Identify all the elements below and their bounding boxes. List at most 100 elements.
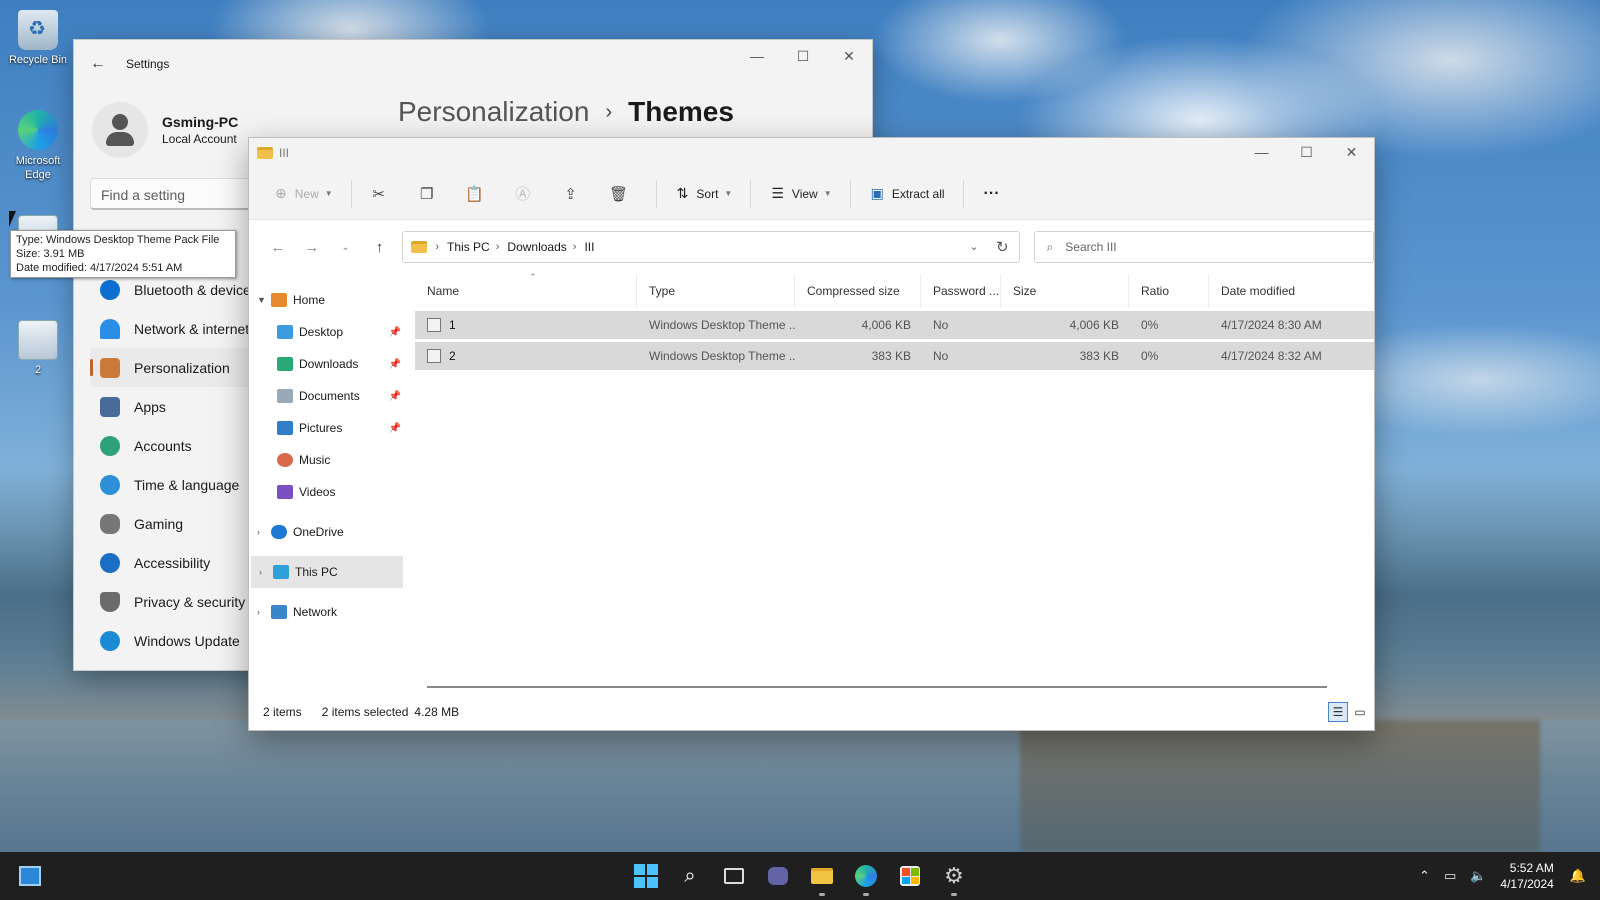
tree-item-label: Pictures	[299, 421, 343, 435]
clock[interactable]: 5:52 AM 4/17/2024	[1500, 860, 1553, 892]
chevron-right-icon[interactable]: ›	[257, 527, 271, 537]
close-icon[interactable]: ✕	[1329, 138, 1374, 166]
nav-item-windows-update[interactable]: Windows Update	[90, 621, 270, 660]
music-folder-icon	[277, 453, 293, 467]
sort-button[interactable]: ⇅ Sort ▼	[669, 178, 741, 210]
tree-item-pictures[interactable]: Pictures 📌	[249, 412, 407, 444]
more-icon: ···	[983, 184, 1000, 202]
address-dropdown-icon[interactable]: ⌄	[969, 240, 978, 253]
desktop-icon-edge[interactable]: Microsoft Edge	[4, 110, 72, 182]
new-button[interactable]: ⊕ New ▼	[267, 178, 341, 210]
column-type[interactable]: Type	[637, 274, 795, 308]
address-bar[interactable]: › This PC › Downloads › III ⌄ ↻	[402, 231, 1020, 263]
window-title: III	[279, 146, 290, 160]
tree-item-onedrive[interactable]: › OneDrive	[249, 516, 407, 548]
tree-item-music[interactable]: Music	[249, 444, 407, 476]
column-ratio[interactable]: Ratio	[1129, 274, 1209, 308]
wallpaper-rock	[1020, 720, 1540, 852]
explorer-body: ▼ Home Desktop 📌 Downloads 📌 Documents 📌	[249, 272, 1374, 696]
tree-item-this-pc[interactable]: › This PC	[251, 556, 403, 588]
column-password[interactable]: Password ...	[921, 274, 1001, 308]
view-label: View	[791, 186, 818, 201]
tree-item-home[interactable]: ▼ Home	[249, 284, 407, 316]
nav-item-accessibility[interactable]: Accessibility	[90, 543, 270, 582]
nav-item-accounts[interactable]: Accounts	[90, 426, 270, 465]
delete-icon[interactable]: 🗑	[604, 178, 634, 210]
recent-locations-chevron-icon[interactable]: ⌄	[329, 242, 363, 253]
tree-item-videos[interactable]: Videos	[249, 476, 407, 508]
pin-icon: 📌	[388, 390, 401, 402]
more-options-button[interactable]: ···	[976, 178, 1008, 210]
teams-chat-icon[interactable]	[762, 860, 794, 892]
nav-item-time-language[interactable]: Time & language	[90, 465, 270, 504]
show-hidden-icons-chevron-icon[interactable]: ⌃	[1419, 868, 1430, 884]
desktop-icon-recycle-bin[interactable]: Recycle Bin	[4, 10, 72, 66]
desktop-icon-label: 2	[34, 364, 42, 376]
chevron-down-icon: ▼	[823, 189, 832, 198]
back-arrow-icon[interactable]: ←	[261, 239, 295, 256]
chevron-down-icon[interactable]: ▼	[257, 295, 271, 305]
file-name-cell: 1	[415, 318, 637, 332]
nav-item-network[interactable]: Network & internet	[90, 309, 270, 348]
view-icon: ☰	[771, 185, 784, 201]
tree-item-label: Videos	[299, 485, 336, 499]
file-password: No	[933, 318, 949, 332]
address-segment-this-pc[interactable]: This PC	[447, 240, 490, 254]
paste-icon[interactable]: 📋	[460, 178, 490, 210]
horizontal-scrollbar[interactable]	[427, 686, 1327, 688]
settings-gear-icon[interactable]: ⚙	[938, 860, 970, 896]
task-view-icon[interactable]	[718, 860, 750, 892]
forward-arrow-icon[interactable]: →	[295, 239, 329, 256]
nav-item-label: Time & language	[134, 476, 240, 493]
nav-item-personalization[interactable]: Personalization	[90, 348, 270, 387]
volume-icon[interactable]: 🔈	[1470, 868, 1486, 884]
column-name[interactable]: Name	[415, 274, 637, 308]
tree-item-network[interactable]: › Network	[249, 596, 407, 628]
search-icon[interactable]: ⌕	[674, 860, 706, 892]
nav-item-apps[interactable]: Apps	[90, 387, 270, 426]
minimize-icon[interactable]: —	[734, 40, 780, 72]
view-button[interactable]: ☰ View ▼	[763, 178, 839, 210]
extract-all-button[interactable]: ▣ Extract all	[863, 178, 953, 210]
table-row[interactable]: 2 Windows Desktop Theme ... 383 KB No 38…	[415, 342, 1374, 370]
address-segment-iii[interactable]: III	[584, 240, 594, 254]
chevron-right-icon[interactable]: ›	[257, 607, 271, 617]
table-row[interactable]: 1 Windows Desktop Theme ... 4,006 KB No …	[415, 311, 1374, 339]
edge-icon[interactable]	[850, 860, 882, 896]
maximize-icon[interactable]: ☐	[1284, 138, 1329, 166]
close-icon[interactable]: ✕	[826, 40, 872, 72]
back-arrow-icon[interactable]: ←	[90, 55, 118, 73]
minimize-icon[interactable]: —	[1239, 138, 1284, 166]
display-network-icon[interactable]: ▭	[1444, 868, 1456, 884]
column-compressed-size[interactable]: Compressed size	[795, 274, 921, 308]
breadcrumb-personalization[interactable]: Personalization	[398, 96, 589, 128]
explorer-window-controls: — ☐ ✕	[1239, 138, 1374, 166]
chevron-right-icon[interactable]: ›	[259, 567, 273, 577]
desktop-icon-theme-pack-2[interactable]: 2	[4, 320, 72, 376]
widgets-icon[interactable]	[14, 860, 46, 892]
notification-icon[interactable]: 🔔	[1570, 868, 1586, 884]
column-size[interactable]: Size	[1001, 274, 1129, 308]
share-icon[interactable]: ⇪	[556, 178, 586, 210]
file-explorer-icon[interactable]	[806, 860, 838, 896]
search-input[interactable]: ⌕ Search III	[1033, 231, 1374, 263]
refresh-icon[interactable]: ↻	[996, 238, 1009, 256]
tree-item-desktop[interactable]: Desktop 📌	[249, 316, 407, 348]
column-date-modified[interactable]: Date modified	[1209, 274, 1349, 308]
nav-item-privacy[interactable]: Privacy & security	[90, 582, 270, 621]
tree-item-documents[interactable]: Documents 📌	[249, 380, 407, 412]
large-icons-view-icon[interactable]: ▭	[1350, 702, 1370, 722]
tree-item-downloads[interactable]: Downloads 📌	[249, 348, 407, 380]
user-profile[interactable]: Gsming-PC Local Account	[92, 102, 238, 158]
nav-item-gaming[interactable]: Gaming	[90, 504, 270, 543]
copy-icon[interactable]: ❐	[412, 178, 442, 210]
details-view-icon[interactable]: ☰	[1328, 702, 1348, 722]
address-segment-downloads[interactable]: Downloads	[507, 240, 566, 254]
store-icon[interactable]	[894, 860, 926, 892]
rename-icon[interactable]: Ⓐ	[508, 178, 538, 210]
start-button[interactable]	[630, 860, 662, 892]
cut-icon[interactable]: ✂	[364, 178, 394, 210]
clock-date: 4/17/2024	[1500, 877, 1554, 891]
maximize-icon[interactable]: ☐	[780, 40, 826, 72]
up-arrow-icon[interactable]: ↑	[363, 239, 397, 256]
